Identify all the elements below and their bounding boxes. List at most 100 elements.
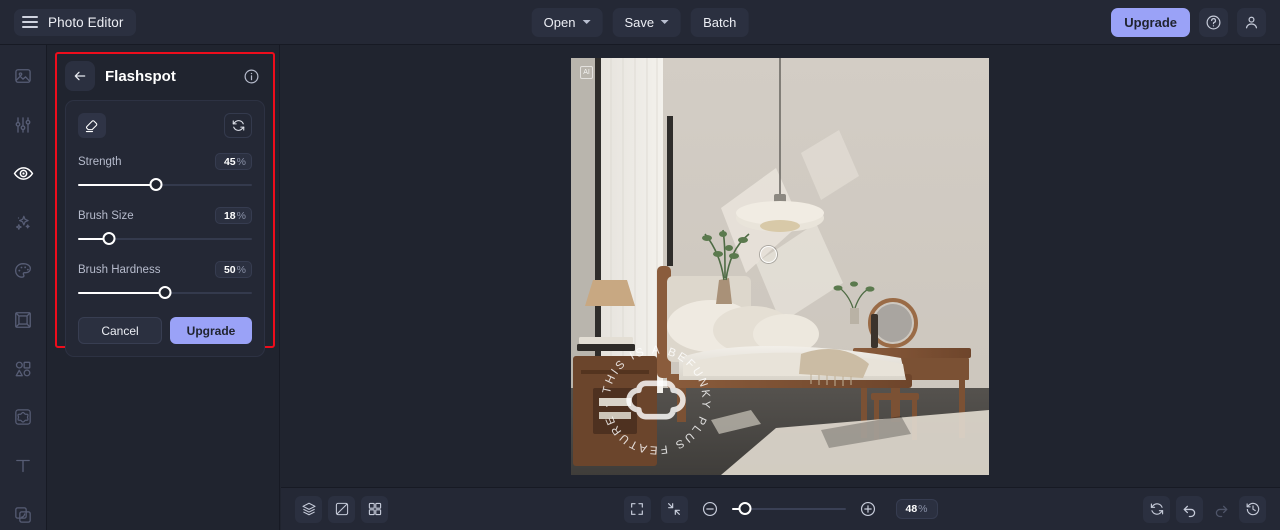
zoom-slider[interactable] bbox=[731, 502, 846, 516]
slider-value-box[interactable]: 18 % bbox=[215, 207, 252, 224]
transform-button[interactable] bbox=[328, 495, 355, 523]
erase-tool-button[interactable] bbox=[78, 113, 106, 138]
slider-brush-size: Brush Size 18 % bbox=[78, 207, 252, 246]
undo-button[interactable] bbox=[1176, 495, 1203, 523]
history-button[interactable] bbox=[1239, 495, 1266, 523]
slider-unit: % bbox=[236, 155, 246, 168]
sidebar-item-touchup[interactable] bbox=[6, 158, 40, 189]
user-icon bbox=[1245, 16, 1258, 28]
canvas-area[interactable]: AI THIS IS A BEFUNKY PLUS FEATURE · bbox=[281, 45, 1280, 487]
tool-panel-column: Flashspot Strength 45 % Brush Size 18 % … bbox=[47, 45, 280, 530]
reset-tool-button[interactable] bbox=[224, 113, 252, 138]
crop-transform-icon bbox=[335, 502, 348, 516]
clock-history-icon bbox=[1246, 502, 1259, 516]
slider-track[interactable] bbox=[78, 286, 252, 300]
save-button[interactable]: Save bbox=[612, 7, 682, 37]
cancel-button[interactable]: Cancel bbox=[78, 317, 162, 344]
slider-header: Strength 45 % bbox=[78, 153, 252, 170]
slider-label: Brush Size bbox=[78, 209, 134, 222]
sidebar-item-edit[interactable] bbox=[6, 110, 40, 141]
question-circle-icon bbox=[1206, 15, 1221, 29]
actual-size-button[interactable] bbox=[660, 495, 688, 523]
slider-brush-hardness: Brush Hardness 50 % bbox=[78, 261, 252, 300]
sliders-icon bbox=[15, 117, 31, 133]
sparkles-icon bbox=[15, 216, 30, 231]
slider-header: Brush Hardness 50 % bbox=[78, 261, 252, 278]
layers-panel-button[interactable] bbox=[295, 495, 322, 523]
top-bar-center-actions: Open Save Batch bbox=[531, 7, 749, 37]
slider-track[interactable] bbox=[78, 178, 252, 192]
text-t-icon bbox=[16, 459, 30, 473]
sidebar-item-image[interactable] bbox=[6, 61, 40, 92]
grid-view-button[interactable] bbox=[361, 495, 388, 523]
history-controls bbox=[1143, 495, 1266, 523]
sidebar-item-artsy[interactable] bbox=[6, 256, 40, 287]
befunky-plus-watermark: THIS IS A BEFUNKY PLUS FEATURE · bbox=[601, 344, 712, 455]
upgrade-button[interactable]: Upgrade bbox=[1111, 7, 1190, 37]
bottom-left-tools bbox=[295, 495, 388, 523]
sidebar-item-layers[interactable] bbox=[6, 499, 40, 530]
slider-value: 45 bbox=[223, 155, 236, 168]
sidebar-item-frames[interactable] bbox=[6, 305, 40, 336]
slider-unit: % bbox=[236, 209, 246, 222]
slider-value-box[interactable]: 50 % bbox=[215, 261, 252, 278]
tool-buttons-row bbox=[78, 113, 252, 138]
zoom-slider-thumb[interactable] bbox=[738, 502, 752, 515]
undo-arrow-icon bbox=[1183, 505, 1196, 517]
zoom-in-button[interactable] bbox=[855, 497, 879, 521]
panel-action-buttons: Cancel Upgrade bbox=[78, 317, 252, 344]
app-menu-button[interactable]: Photo Editor bbox=[14, 8, 136, 36]
slider-label: Brush Hardness bbox=[78, 263, 161, 276]
top-bar-right-actions: Upgrade bbox=[1111, 7, 1266, 37]
panel-info-button[interactable] bbox=[241, 66, 261, 86]
left-sidebar bbox=[0, 45, 47, 530]
slider-value-box[interactable]: 45 % bbox=[215, 153, 252, 170]
frame-icon bbox=[15, 311, 31, 328]
slider-thumb[interactable] bbox=[158, 286, 172, 299]
batch-button[interactable]: Batch bbox=[691, 7, 749, 37]
collapse-arrows-icon bbox=[668, 503, 680, 515]
slider-track[interactable] bbox=[78, 232, 252, 246]
expand-corners-icon bbox=[631, 503, 643, 515]
slider-value: 18 bbox=[223, 209, 236, 222]
help-button[interactable] bbox=[1199, 7, 1228, 37]
flashspot-settings-card: Strength 45 % Brush Size 18 % Brush Hard… bbox=[65, 100, 265, 357]
redo-button[interactable] bbox=[1209, 497, 1233, 521]
zoom-out-button[interactable] bbox=[697, 497, 721, 521]
zoom-level-box[interactable]: 48 % bbox=[895, 499, 938, 519]
save-button-label: Save bbox=[624, 14, 655, 30]
sidebar-item-graphics[interactable] bbox=[6, 353, 40, 384]
panel-back-button[interactable] bbox=[65, 61, 95, 91]
account-button[interactable] bbox=[1237, 7, 1266, 37]
zoom-level-value: 48 bbox=[905, 503, 918, 515]
eraser-icon bbox=[85, 119, 98, 132]
redo-arrow-icon bbox=[1215, 505, 1227, 517]
panel-title: Flashspot bbox=[105, 67, 176, 85]
slider-strength: Strength 45 % bbox=[78, 153, 252, 192]
open-button[interactable]: Open bbox=[531, 7, 603, 37]
info-circle-icon bbox=[244, 69, 258, 83]
ai-badge: AI bbox=[580, 66, 593, 79]
slider-track-fill bbox=[78, 292, 165, 294]
watermark-text: THIS IS A BEFUNKY PLUS FEATURE · bbox=[601, 344, 712, 455]
hamburger-icon bbox=[22, 16, 38, 28]
sidebar-item-effects[interactable] bbox=[6, 207, 40, 238]
reset-button[interactable] bbox=[1143, 495, 1170, 523]
sidebar-item-text[interactable] bbox=[6, 451, 40, 482]
layers-stack-icon bbox=[301, 502, 316, 516]
slider-unit: % bbox=[236, 263, 246, 276]
panel-upgrade-button[interactable]: Upgrade bbox=[170, 317, 252, 344]
image-icon bbox=[15, 69, 31, 84]
fit-screen-button[interactable] bbox=[623, 495, 651, 523]
sidebar-item-overlays[interactable] bbox=[6, 402, 40, 433]
palette-icon bbox=[14, 263, 32, 278]
chevron-down-icon bbox=[661, 20, 670, 24]
flashspot-tool-panel: Flashspot Strength 45 % Brush Size 18 % … bbox=[55, 52, 275, 357]
photo-canvas[interactable]: AI THIS IS A BEFUNKY PLUS FEATURE · bbox=[571, 58, 989, 475]
zoom-controls: 48 % bbox=[623, 495, 938, 523]
slider-thumb[interactable] bbox=[149, 178, 163, 191]
chevron-down-icon bbox=[582, 20, 591, 24]
slider-thumb[interactable] bbox=[102, 232, 116, 245]
zoom-level-unit: % bbox=[918, 503, 928, 515]
reset-refresh-icon bbox=[1150, 503, 1163, 515]
